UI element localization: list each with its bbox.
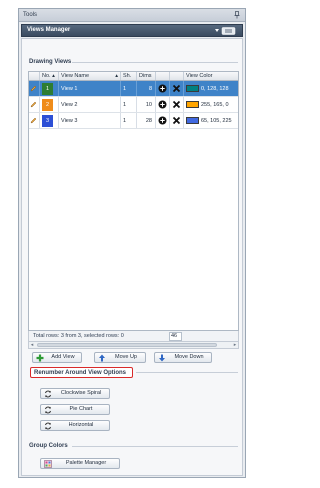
status-value-field[interactable]: 46 bbox=[169, 332, 182, 341]
palette-manager-button[interactable]: Palette Manager bbox=[40, 458, 120, 469]
drawing-views-separator bbox=[72, 62, 238, 63]
refresh-arrows-icon bbox=[45, 390, 51, 398]
view-color-value: 65, 105, 225 bbox=[201, 118, 232, 124]
sheet-cell[interactable]: 1 bbox=[121, 81, 137, 96]
col-sheet[interactable]: Sh. bbox=[121, 72, 137, 80]
palette-icon bbox=[44, 460, 52, 468]
clockwise-spiral-button[interactable]: Clockwise Spiral bbox=[40, 388, 110, 399]
delete-icon[interactable] bbox=[172, 100, 181, 109]
add-circle-icon[interactable] bbox=[158, 116, 167, 125]
col-dims[interactable]: Dims bbox=[137, 72, 156, 80]
table-row[interactable]: 2 View 2 1 10 255, 165, 0 bbox=[29, 97, 238, 113]
pin-icon[interactable] bbox=[234, 11, 240, 19]
arrow-down-icon bbox=[159, 354, 165, 362]
view-name-cell[interactable]: View 2 bbox=[59, 97, 121, 112]
renumber-separator bbox=[136, 372, 238, 373]
move-down-button[interactable]: Move Down bbox=[154, 352, 212, 363]
grid-status-bar: Total rows: 3 from 3, selected rows: 0 4… bbox=[28, 331, 239, 342]
sheet-cell[interactable]: 1 bbox=[121, 113, 137, 128]
dims-cell: 8 bbox=[137, 81, 156, 96]
col-edit bbox=[29, 72, 40, 80]
col-no[interactable]: No. ▴ bbox=[40, 72, 59, 80]
sheet-cell[interactable]: 1 bbox=[121, 97, 137, 112]
add-circle-icon[interactable] bbox=[158, 84, 167, 93]
tools-header: Tools bbox=[19, 9, 245, 22]
pencil-icon[interactable] bbox=[30, 117, 37, 124]
col-action-a bbox=[156, 72, 170, 80]
renumber-title: Renumber Around View Options bbox=[34, 370, 127, 376]
delete-icon[interactable] bbox=[172, 116, 181, 125]
view-number: 2 bbox=[42, 99, 53, 111]
plus-icon bbox=[36, 354, 44, 362]
panel-body: Drawing Views No. ▴ View Name ▴ Sh. Dims … bbox=[21, 38, 243, 476]
color-swatch bbox=[186, 85, 199, 92]
tools-title: Tools bbox=[23, 12, 38, 18]
view-color-value: 255, 165, 0 bbox=[201, 102, 229, 108]
panel-title: Views Manager bbox=[27, 27, 71, 33]
group-colors-separator bbox=[72, 446, 238, 447]
view-color-value: 0, 128, 128 bbox=[201, 86, 229, 92]
table-row[interactable]: 1 View 1 1 8 0, 128, 128 bbox=[29, 81, 238, 97]
view-name-cell[interactable]: View 3 bbox=[59, 113, 121, 128]
view-number: 3 bbox=[42, 115, 53, 127]
tools-window: Tools Views Manager Drawing Views No. ▴ … bbox=[18, 8, 246, 478]
col-view-color[interactable]: View Color bbox=[184, 72, 240, 80]
pie-chart-button[interactable]: Pie Chart bbox=[40, 404, 110, 415]
scroll-right-icon[interactable]: ▸ bbox=[232, 342, 238, 348]
add-view-button[interactable]: Add View bbox=[32, 352, 82, 363]
scrollbar-thumb[interactable] bbox=[37, 343, 217, 347]
color-swatch bbox=[186, 117, 199, 124]
panel-menu-icon[interactable] bbox=[214, 27, 236, 35]
group-colors-title: Group Colors bbox=[29, 443, 68, 449]
refresh-arrows-icon bbox=[45, 422, 51, 430]
view-number: 1 bbox=[42, 83, 53, 95]
scroll-left-icon[interactable]: ◂ bbox=[29, 342, 35, 348]
dims-cell: 10 bbox=[137, 97, 156, 112]
arrow-up-icon bbox=[99, 354, 105, 362]
horizontal-scrollbar[interactable]: ◂ ▸ bbox=[28, 342, 239, 349]
color-swatch bbox=[186, 101, 199, 108]
delete-icon[interactable] bbox=[172, 84, 181, 93]
refresh-arrows-icon bbox=[45, 406, 51, 414]
status-text: Total rows: 3 from 3, selected rows: 0 bbox=[33, 333, 124, 339]
pencil-icon[interactable] bbox=[30, 101, 37, 108]
views-manager-header: Views Manager bbox=[21, 24, 243, 37]
grid-header: No. ▴ View Name ▴ Sh. Dims View Color bbox=[29, 72, 238, 81]
pencil-icon[interactable] bbox=[30, 85, 37, 92]
view-name-cell[interactable]: View 1 bbox=[59, 81, 121, 96]
renumber-section-highlight: Renumber Around View Options bbox=[30, 367, 133, 378]
col-view-name[interactable]: View Name ▴ bbox=[59, 72, 121, 80]
drawing-views-grid[interactable]: No. ▴ View Name ▴ Sh. Dims View Color 1 V… bbox=[28, 71, 239, 331]
drawing-views-title: Drawing Views bbox=[29, 59, 72, 65]
add-circle-icon[interactable] bbox=[158, 100, 167, 109]
move-up-button[interactable]: Move Up bbox=[94, 352, 146, 363]
horizontal-button[interactable]: Horizontal bbox=[40, 420, 110, 431]
table-row[interactable]: 3 View 3 1 28 65, 105, 225 bbox=[29, 113, 238, 129]
col-action-b bbox=[170, 72, 184, 80]
dims-cell: 28 bbox=[137, 113, 156, 128]
